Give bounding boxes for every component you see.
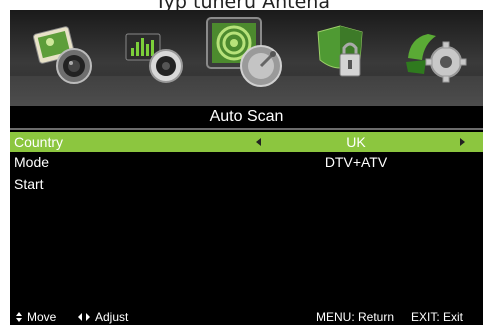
title-bar: Auto Scan <box>10 106 483 128</box>
start-label: Start <box>14 176 44 192</box>
setup-icon[interactable] <box>402 24 472 86</box>
mode-label: Mode <box>14 154 50 170</box>
picture-icon[interactable] <box>30 24 100 86</box>
adjust-hint: Adjust <box>78 310 128 324</box>
lock-icon[interactable] <box>310 24 380 86</box>
tv-osd-screen: Auto Scan Country UK Mode DTV+ATV Start … <box>10 10 483 325</box>
arrow-left-icon[interactable] <box>256 138 261 146</box>
move-hint: Move <box>16 310 56 324</box>
channel-icon[interactable] <box>203 14 289 92</box>
country-value: UK <box>346 134 366 150</box>
country-label: Country <box>14 134 64 150</box>
up-down-arrows-icon <box>16 312 23 322</box>
menu-return-hint: MENU: Return <box>316 310 395 324</box>
left-right-arrows-icon <box>78 313 90 321</box>
mode-value: DTV+ATV <box>324 154 388 170</box>
footer-hints: Move Adjust MENU: Return EXIT: Exit <box>10 308 483 325</box>
start-row[interactable]: Start <box>10 174 483 194</box>
divider <box>10 128 483 130</box>
mode-row[interactable]: Mode DTV+ATV <box>10 152 483 172</box>
menu-icon-bar <box>10 10 483 106</box>
exit-hint: EXIT: Exit <box>411 310 464 324</box>
arrow-right-icon[interactable] <box>460 138 465 146</box>
country-row[interactable]: Country UK <box>10 132 483 152</box>
sound-icon[interactable] <box>120 24 190 86</box>
page-title: Auto Scan <box>209 108 284 125</box>
